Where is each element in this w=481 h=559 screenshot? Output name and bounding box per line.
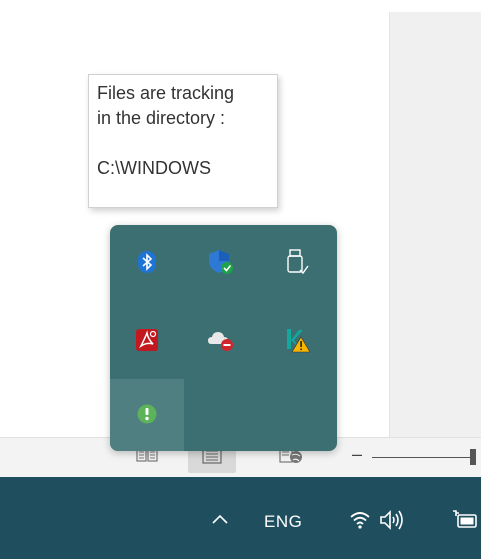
volume-button[interactable]: [379, 508, 403, 532]
side-pane: [389, 12, 481, 437]
tooltip-line-2: in the directory :: [97, 108, 226, 128]
kaspersky-warning-icon: [283, 326, 311, 359]
onedrive-icon: [206, 327, 236, 358]
tracking-tooltip: Files are tracking in the directory : C:…: [88, 74, 278, 208]
usb-safely-remove-icon: [284, 248, 310, 281]
wifi-icon: [348, 512, 372, 536]
zoom-slider[interactable]: [372, 457, 472, 458]
network-button[interactable]: [348, 508, 372, 532]
bluetooth-icon: [135, 250, 159, 279]
adobe-acrobat-icon: [134, 327, 160, 358]
zoom-out-button[interactable]: –: [352, 444, 364, 464]
tray-item-kaspersky[interactable]: [260, 305, 334, 379]
tooltip-line-1: Files are tracking: [97, 83, 235, 103]
tray-item-file-tracker[interactable]: [110, 379, 184, 451]
taskbar: [0, 477, 481, 559]
show-hidden-icons-button[interactable]: [210, 508, 230, 530]
battery-icon: [452, 510, 478, 536]
tray-item-safely-remove-usb[interactable]: [260, 227, 334, 301]
tray-item-bluetooth[interactable]: [110, 227, 184, 301]
input-language-indicator[interactable]: ENG: [264, 512, 302, 532]
tray-overflow-flyout: [110, 225, 337, 451]
tray-item-adobe-acrobat[interactable]: [110, 305, 184, 379]
windows-security-icon: [207, 248, 235, 281]
tooltip-line-3: C:\WINDOWS: [97, 158, 211, 178]
chevron-up-icon: [210, 514, 230, 534]
zoom-slider-thumb[interactable]: [470, 449, 476, 465]
volume-icon: [379, 510, 405, 536]
battery-button[interactable]: [452, 508, 477, 532]
file-tracker-app-icon: [136, 403, 158, 430]
tray-item-windows-security[interactable]: [184, 227, 258, 301]
tray-item-onedrive[interactable]: [184, 305, 258, 379]
tooltip-blank-line: [97, 131, 269, 156]
